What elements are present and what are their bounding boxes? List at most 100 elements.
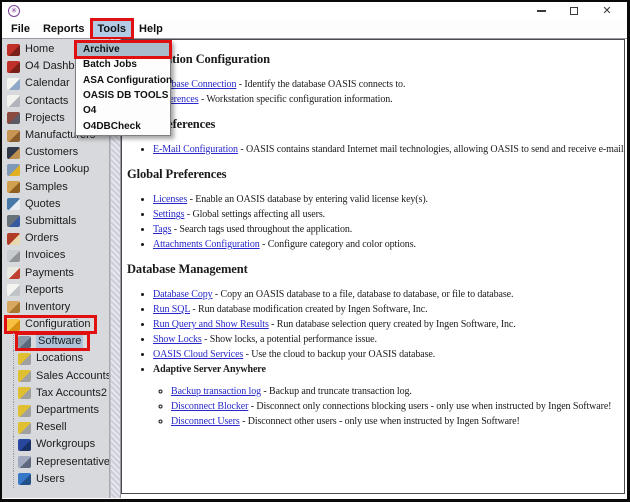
link-e-mail-configuration[interactable]: E-Mail Configuration bbox=[153, 144, 238, 155]
link-disconnect-users[interactable]: Disconnect Users bbox=[171, 416, 240, 427]
samples-icon bbox=[7, 181, 20, 194]
link-disconnect-blocker[interactable]: Disconnect Blocker bbox=[171, 401, 248, 412]
sidebar-item-label: Payments bbox=[25, 266, 74, 279]
sidebar-item-orders[interactable]: Orders bbox=[2, 230, 109, 247]
sidebar-item-label: Inventory bbox=[25, 300, 71, 313]
maximize-icon[interactable] bbox=[568, 5, 580, 17]
menu-file[interactable]: File bbox=[6, 21, 35, 37]
link-description: - Identify the database OASIS connects t… bbox=[238, 79, 406, 90]
help-list-item: Settings - Global settings affecting all… bbox=[153, 207, 620, 222]
invoices-icon bbox=[7, 249, 20, 262]
sidebar-item-reports[interactable]: Reports bbox=[2, 282, 109, 299]
help-list-item: Disconnect Blocker - Disconnect only con… bbox=[171, 399, 620, 414]
reports-icon bbox=[7, 284, 20, 297]
sidebar-item-invoices[interactable]: Invoices bbox=[2, 247, 109, 264]
link-oasis-cloud-services[interactable]: OASIS Cloud Services bbox=[153, 349, 243, 360]
workgroups-icon bbox=[18, 438, 31, 451]
link-tags[interactable]: Tags bbox=[153, 224, 171, 235]
section-user-preferences: User Preferences E-Mail Configuration - O… bbox=[127, 117, 624, 157]
minimize-icon[interactable] bbox=[535, 5, 547, 17]
help-list-item: Database Copy - Copy an OASIS database t… bbox=[153, 287, 620, 302]
tools-menu-item-o4[interactable]: O4 bbox=[76, 103, 170, 118]
sidebar-item-tax-accounts2[interactable]: Tax Accounts2 bbox=[2, 384, 109, 403]
menu-help[interactable]: Help bbox=[134, 21, 168, 37]
tools-menu-item-oasis-db-tools[interactable]: OASIS DB TOOLS bbox=[76, 88, 170, 103]
help-list-item: Show Locks - Show locks, a potential per… bbox=[153, 332, 620, 347]
link-show-locks[interactable]: Show Locks bbox=[153, 334, 202, 345]
link-settings[interactable]: Settings bbox=[153, 209, 185, 220]
sidebar-item-price-lookup[interactable]: Price Lookup bbox=[2, 161, 109, 178]
open-folder-icon bbox=[7, 318, 20, 331]
sidebar-item-label: Configuration bbox=[25, 318, 91, 331]
sidebar-item-representatives[interactable]: Representatives bbox=[2, 453, 109, 471]
payments-icon bbox=[7, 267, 20, 280]
link-run-sql[interactable]: Run SQL bbox=[153, 304, 190, 315]
link-database-copy[interactable]: Database Copy bbox=[153, 289, 213, 300]
sidebar-item-label: Samples bbox=[25, 180, 68, 193]
quotes-icon bbox=[7, 198, 20, 211]
tools-menu-item-o4dbcheck[interactable]: O4DBCheck bbox=[76, 118, 170, 133]
sidebar-item-label: Orders bbox=[25, 232, 59, 245]
sidebar-item-payments[interactable]: Payments bbox=[2, 264, 109, 281]
sidebar-item-configuration[interactable]: Configuration bbox=[2, 315, 109, 335]
tools-dropdown-menu: Archive Batch Jobs ASA Configuration OASIS … bbox=[74, 39, 172, 136]
price-lookup-icon bbox=[7, 163, 20, 176]
link-description: - Workstation specific configuration inf… bbox=[200, 94, 393, 105]
locations-icon bbox=[18, 352, 31, 365]
close-icon[interactable]: ✕ bbox=[601, 5, 613, 17]
menu-bar: File Reports Tools Help bbox=[2, 18, 627, 40]
sidebar-item-quotes[interactable]: Quotes bbox=[2, 196, 109, 213]
manufacturers-icon bbox=[7, 129, 20, 142]
projects-icon bbox=[7, 112, 20, 125]
sidebar-item-label: Calendar bbox=[25, 77, 70, 90]
link-run-query-and-show-results[interactable]: Run Query and Show Results bbox=[153, 319, 269, 330]
link-description: - Enable an OASIS database by entering v… bbox=[189, 194, 428, 205]
help-list-item: Disconnect Users - Disconnect other user… bbox=[171, 414, 620, 429]
section-heading: Database Management bbox=[127, 262, 248, 276]
sidebar-item-label: Home bbox=[25, 43, 55, 56]
link-description: - Backup and truncate transaction log. bbox=[263, 386, 412, 397]
tools-menu-item-batch-jobs[interactable]: Batch Jobs bbox=[76, 57, 170, 72]
link-description: - Use the cloud to backup your OASIS dat… bbox=[245, 349, 436, 360]
sidebar-item-label: Tax Accounts2 bbox=[36, 386, 107, 399]
link-backup-transaction-log[interactable]: Backup transaction log bbox=[171, 386, 261, 397]
sidebar-item-sales-accounts[interactable]: Sales Accounts bbox=[2, 367, 109, 385]
link-description: - Disconnect other users - only use when… bbox=[242, 416, 520, 427]
sidebar-item-resell[interactable]: Resell bbox=[2, 419, 109, 437]
link-description: - Disconnect only connections blocking u… bbox=[250, 401, 612, 412]
sidebar-item-label: Submittals bbox=[25, 214, 77, 227]
sidebar-item-inventory[interactable]: Inventory bbox=[2, 299, 109, 316]
sidebar-item-software[interactable]: Software bbox=[2, 332, 109, 352]
sales-accounts-icon bbox=[18, 370, 31, 383]
help-list-item: E-Mail Configuration - OASIS contains st… bbox=[153, 142, 624, 157]
section-database-management: Database Management Database Copy - Copy … bbox=[127, 262, 620, 429]
sidebar-item-departments[interactable]: Departments bbox=[2, 401, 109, 420]
sidebar-item-label: Workgroups bbox=[36, 438, 96, 451]
menu-tools[interactable]: Tools bbox=[89, 18, 134, 40]
sidebar-item-samples[interactable]: Samples bbox=[2, 179, 109, 196]
sidebar-item-label: Departments bbox=[36, 404, 99, 417]
menu-reports[interactable]: Reports bbox=[38, 21, 90, 37]
section-global-preferences: Global Preferences Licenses - Enable an O… bbox=[127, 167, 620, 252]
tools-menu-item-archive[interactable]: Archive bbox=[74, 39, 172, 60]
link-attachments-configuration[interactable]: Attachments Configuration bbox=[153, 239, 260, 250]
link-description: - Show locks, a potential performance is… bbox=[204, 334, 377, 345]
software-icon bbox=[18, 335, 31, 348]
tools-menu-item-asa-configuration[interactable]: ASA Configuration bbox=[76, 73, 172, 88]
sidebar-item-customers[interactable]: Customers bbox=[2, 144, 109, 161]
help-list-item: Backup transaction log - Backup and trun… bbox=[171, 384, 620, 399]
sidebar-item-locations[interactable]: Locations bbox=[2, 350, 109, 368]
help-list-item: Attachments Configuration - Configure ca… bbox=[153, 237, 620, 252]
dashboard-icon bbox=[7, 60, 20, 73]
contacts-icon bbox=[7, 95, 20, 108]
departments-icon bbox=[18, 404, 31, 417]
sidebar-item-submittals[interactable]: Submittals bbox=[2, 213, 109, 230]
sidebar-item-users[interactable]: Users bbox=[2, 470, 109, 489]
help-list-item: Database Connection - Identify the datab… bbox=[153, 77, 620, 92]
sidebar-item-label: Resell bbox=[36, 421, 67, 434]
sidebar-item-label: Reports bbox=[25, 283, 64, 296]
link-licenses[interactable]: Licenses bbox=[153, 194, 187, 205]
window-controls: ✕ bbox=[535, 5, 613, 17]
sidebar-item-workgroups[interactable]: Workgroups bbox=[2, 436, 109, 454]
sidebar-item-label: Projects bbox=[25, 111, 65, 124]
